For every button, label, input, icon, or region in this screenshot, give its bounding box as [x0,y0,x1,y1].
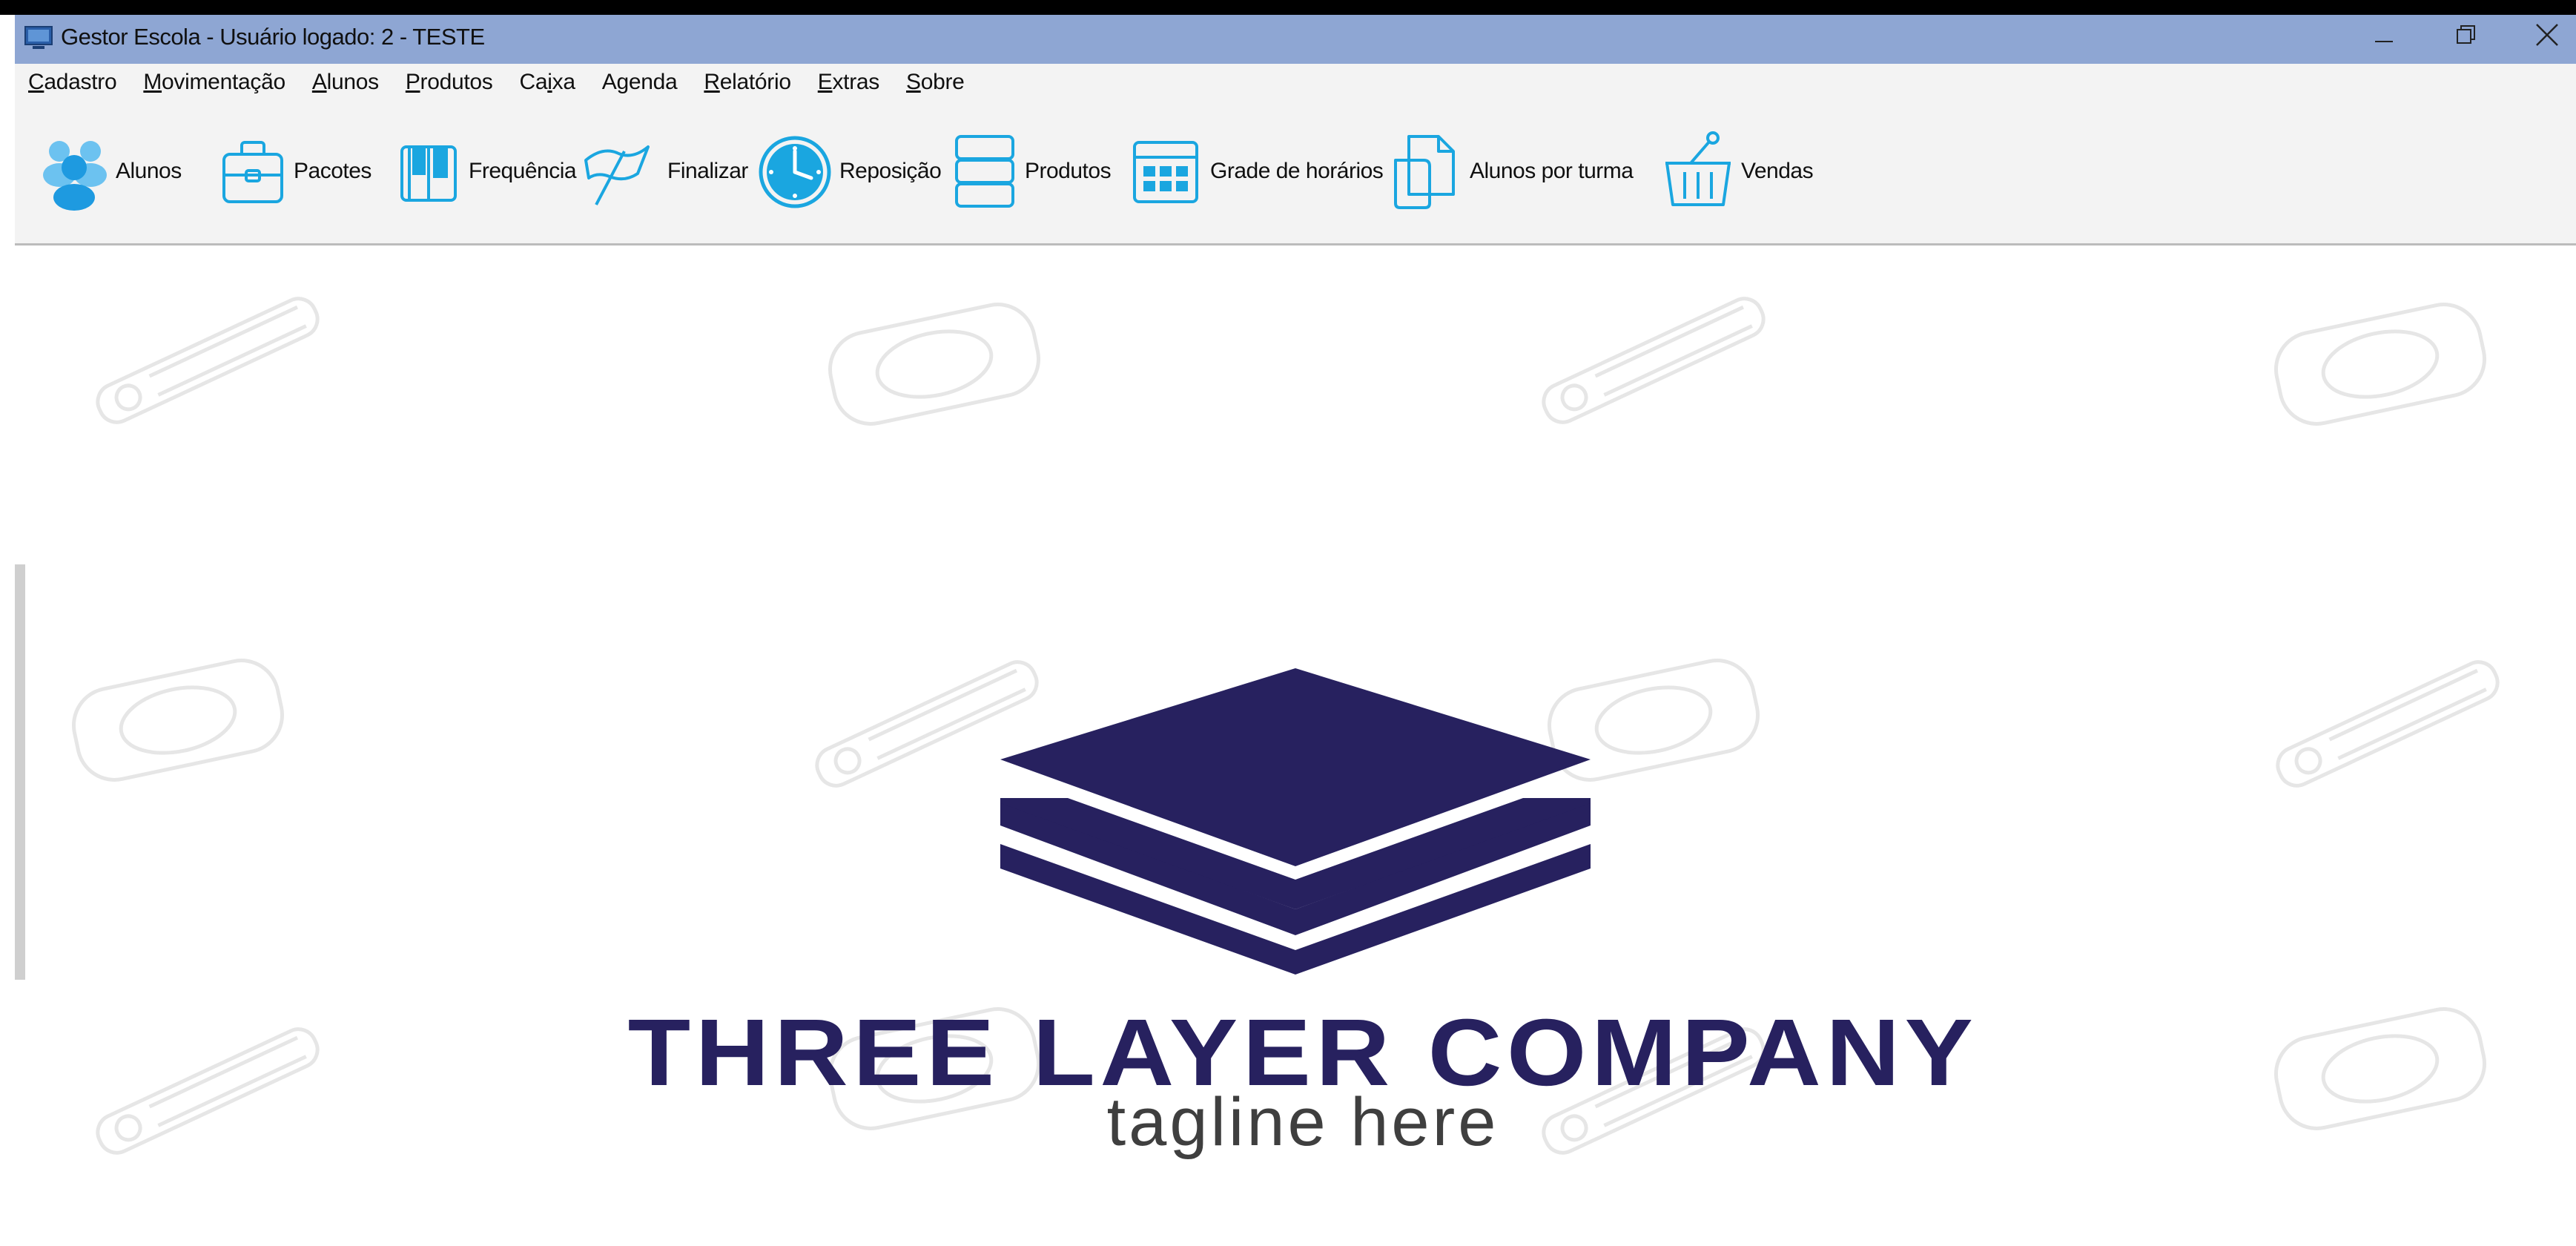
toolbar-grade-label: Grade de horários [1210,159,1384,183]
users-icon [43,141,107,211]
app-monitor-icon [24,26,53,49]
toolbar-produtos-button[interactable]: Produtos [948,131,1112,212]
flag-icon [584,145,650,205]
close-icon [2536,24,2558,46]
book-icon [400,145,457,202]
menu-sobre[interactable]: Sobre [906,70,965,95]
app-window: Gestor Escola - Usuário logado: 2 - TEST… [0,15,2576,1246]
toolbar-finalizar-button[interactable]: Finalizar [580,131,748,212]
screen-top-edge [0,0,2576,15]
menu-mnemonic: S [905,70,921,94]
menu-mnemonic: A [311,70,327,94]
title-bar[interactable]: Gestor Escola - Usuário logado: 2 - TEST… [15,15,2576,64]
boxes-icon [955,135,1014,208]
menu-alunos[interactable]: Alunos [312,70,379,95]
toolbar-reposicao-label: Reposição [839,159,942,183]
toolbar-alunos-por-turma-button[interactable]: Alunos por turma [1387,131,1634,212]
basket-icon [1665,131,1731,206]
menu-cadastro[interactable]: Cadastro [28,70,117,95]
toolbar-frequencia-button[interactable]: Frequência [392,131,577,212]
menu-mnemonic: g [616,70,629,94]
menu-relatorio[interactable]: Relatório [704,70,791,95]
toolbar-frequencia-label: Frequência [469,159,577,183]
toolbar-produtos-label: Produtos [1025,159,1112,183]
minimize-icon [2375,41,2393,42]
menu-mnemonic: C [28,70,44,94]
menu-extras[interactable]: Extras [817,70,880,95]
main-content-area: THREE LAYER COMPANY tagline here [15,245,2576,1246]
menu-mnemonic: i [547,70,552,94]
briefcase-icon [222,141,283,203]
window-title: Gestor Escola - Usuário logado: 2 - TEST… [61,24,485,50]
minimize-button[interactable] [2351,16,2417,53]
toolbar: Alunos Pacotes Frequência Finalizar Repo… [15,101,2576,245]
menu-produtos[interactable]: Produtos [406,70,493,95]
company-tagline: tagline here [1106,1084,1499,1160]
menu-bar: Cadastro Movimentação Alunos Produtos Ca… [15,64,2576,101]
close-button[interactable] [2514,16,2576,53]
toolbar-alunos-por-turma-label: Alunos por turma [1470,159,1634,183]
menu-mnemonic: R [704,70,720,94]
toolbar-finalizar-label: Finalizar [667,159,748,183]
menu-mnemonic: M [143,70,162,94]
restore-icon [2457,25,2475,44]
toolbar-pacotes-button[interactable]: Pacotes [217,131,371,212]
toolbar-pacotes-label: Pacotes [294,159,371,183]
toolbar-reposicao-button[interactable]: Reposição [756,131,942,212]
grid-calendar-icon [1133,141,1198,203]
clock-icon [759,136,831,208]
menu-mnemonic: P [405,70,420,94]
menu-mnemonic: E [817,70,833,94]
menu-caixa[interactable]: Caixa [520,70,576,95]
toolbar-grade-button[interactable]: Grade de horários [1127,131,1384,212]
restore-button[interactable] [2432,16,2499,53]
menu-movimentacao[interactable]: Movimentação [143,70,285,95]
document-icon [1394,135,1455,209]
toolbar-alunos-label: Alunos [116,159,182,183]
toolbar-alunos-button[interactable]: Alunos [39,131,182,212]
toolbar-vendas-label: Vendas [1741,159,1814,183]
toolbar-vendas-button[interactable]: Vendas [1661,131,1814,212]
menu-agenda[interactable]: Agenda [602,70,678,95]
